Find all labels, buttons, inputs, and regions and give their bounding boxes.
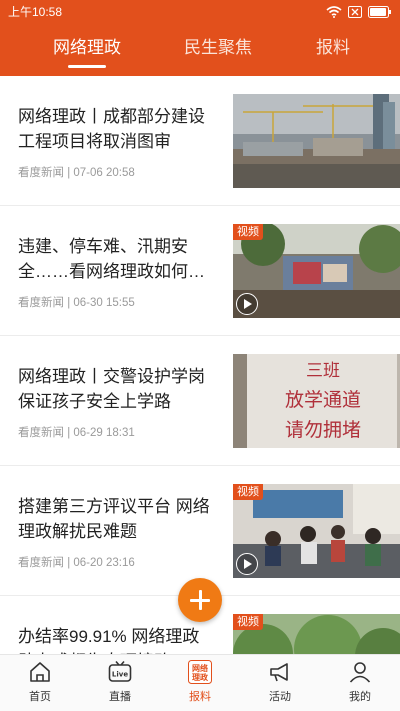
- live-icon-text: Live: [112, 671, 128, 679]
- status-bar: 上午10:58: [0, 0, 400, 24]
- news-thumbnail: [233, 94, 400, 188]
- play-icon[interactable]: [236, 553, 258, 575]
- nav-report[interactable]: 网络 理政 报料: [160, 655, 240, 711]
- news-time: 06-20 23:16: [73, 557, 135, 569]
- news-time: 06-29 18:31: [73, 427, 135, 439]
- tab-network-governance[interactable]: 网络理政: [32, 24, 142, 76]
- news-meta: 看度新闻 | 06-30 15:55: [18, 297, 135, 309]
- nav-label: 首页: [29, 691, 51, 703]
- news-thumbnail[interactable]: 视频: [233, 484, 400, 578]
- tab-active-indicator: [68, 65, 106, 68]
- image-text: 三班: [306, 361, 340, 381]
- news-item[interactable]: 搭建第三方评议平台 网络理政解扰民难题 看度新闻 | 06-20 23:16 视…: [0, 466, 400, 596]
- news-thumbnail[interactable]: 视频: [233, 224, 400, 318]
- nav-home[interactable]: 首页: [0, 655, 80, 711]
- news-source: 看度新闻: [18, 297, 64, 309]
- add-report-button[interactable]: [178, 578, 222, 622]
- svg-text:理政: 理政: [192, 672, 208, 682]
- bottom-nav: 首页 Live 直播 网络 理政 报料 活动 我的: [0, 654, 400, 711]
- news-title: 违建、停车难、汛期安全……看网络理政如何…: [18, 237, 205, 281]
- tab-livelihood-focus[interactable]: 民生聚焦: [163, 24, 273, 76]
- news-source: 看度新闻: [18, 557, 64, 569]
- nav-live[interactable]: Live 直播: [80, 655, 160, 711]
- tab-report[interactable]: 报料: [278, 24, 388, 76]
- svg-text:网络: 网络: [192, 663, 208, 673]
- video-badge: 视频: [233, 224, 263, 240]
- news-thumbnail[interactable]: 视频: [233, 614, 400, 654]
- report-logo-icon: 网络 理政: [188, 660, 212, 684]
- wifi-icon: [326, 6, 342, 18]
- megaphone-icon: [268, 660, 292, 684]
- news-source: 看度新闻: [18, 427, 64, 439]
- news-time: 07-06 20:58: [73, 167, 135, 179]
- nav-activity[interactable]: 活动: [240, 655, 320, 711]
- tab-label: 网络理政: [53, 38, 121, 57]
- news-item[interactable]: 网络理政丨交警设护学岗 保证孩子安全上学路 看度新闻 | 06-29 18:31…: [0, 336, 400, 466]
- status-icons: [326, 3, 392, 21]
- nav-mine[interactable]: 我的: [320, 655, 400, 711]
- news-item[interactable]: 网络理政丨成都部分建设工程项目将取消图审 看度新闻 | 07-06 20:58: [0, 76, 400, 206]
- news-source: 看度新闻: [18, 167, 64, 179]
- tab-label: 民生聚焦: [184, 38, 252, 57]
- user-icon: [348, 660, 372, 684]
- status-time: 上午10:58: [8, 5, 63, 19]
- news-item[interactable]: 违建、停车难、汛期安全……看网络理政如何… 看度新闻 | 06-30 15:55…: [0, 206, 400, 336]
- news-title: 网络理政丨交警设护学岗 保证孩子安全上学路: [18, 367, 205, 411]
- home-icon: [28, 660, 52, 684]
- news-title: 搭建第三方评议平台 网络理政解扰民难题: [18, 497, 210, 541]
- nav-label: 直播: [109, 691, 131, 703]
- news-title: 办结率99.91% 网络理政助力成都生态环境改: [18, 627, 200, 654]
- news-time: 06-30 15:55: [73, 297, 135, 309]
- video-badge: 视频: [233, 484, 263, 500]
- battery-icon: [368, 6, 392, 18]
- news-meta: 看度新闻 | 06-29 18:31: [18, 427, 135, 439]
- top-tab-bar: 网络理政 民生聚焦 报料: [0, 24, 400, 76]
- video-badge: 视频: [233, 614, 263, 630]
- news-title: 网络理政丨成都部分建设工程项目将取消图审: [18, 107, 205, 151]
- live-tv-icon: Live: [108, 660, 132, 684]
- image-text: 放学通道: [285, 389, 361, 411]
- news-meta: 看度新闻 | 06-20 23:16: [18, 557, 135, 569]
- news-thumbnail: 三班 放学通道 请勿拥堵: [233, 354, 400, 448]
- play-icon[interactable]: [236, 293, 258, 315]
- news-feed[interactable]: 网络理政丨成都部分建设工程项目将取消图审 看度新闻 | 07-06 20:58 …: [0, 76, 400, 654]
- signal-icon: [348, 6, 362, 18]
- nav-label: 报料: [189, 691, 211, 703]
- nav-label: 我的: [349, 691, 371, 703]
- news-meta: 看度新闻 | 07-06 20:58: [18, 167, 135, 179]
- tab-label: 报料: [316, 38, 350, 57]
- nav-label: 活动: [269, 691, 291, 703]
- image-text: 请勿拥堵: [285, 419, 361, 441]
